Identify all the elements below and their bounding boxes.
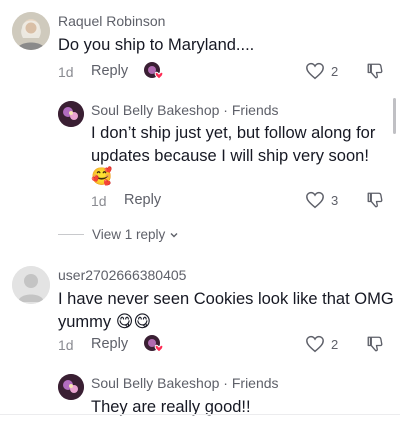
- comment-text: Do you ship to Maryland....: [58, 36, 255, 54]
- like-count: 2: [331, 336, 339, 352]
- avatar[interactable]: [58, 374, 84, 400]
- comment-text-line: I have never seen Cookies look like that…: [58, 290, 394, 308]
- comment-username[interactable]: user2702666380405: [58, 267, 186, 283]
- comment-username[interactable]: Soul Belly Bakeshop · Friends: [91, 102, 279, 118]
- comment-text-line: I don’t ship just yet, but follow along …: [91, 124, 376, 142]
- comment-username[interactable]: Raquel Robinson: [58, 13, 165, 29]
- comment-text: They are really good!!: [91, 398, 251, 416]
- divider-line: [58, 234, 84, 235]
- smiling-hearts-emoji: 🥰: [91, 167, 113, 186]
- comment-username[interactable]: Soul Belly Bakeshop · Friends: [91, 375, 279, 391]
- reply-button[interactable]: Reply: [124, 192, 161, 208]
- creator-liked-icon: [143, 334, 165, 354]
- comment-time: 1d: [58, 337, 74, 353]
- yum-emoji: 😋😋: [115, 312, 152, 331]
- scrollbar[interactable]: [393, 98, 396, 134]
- comment-time: 1d: [91, 193, 107, 209]
- like-button[interactable]: 3: [305, 191, 338, 209]
- comment-time: 1d: [58, 64, 74, 80]
- comment-text-line: yummy 😋😋: [58, 312, 152, 331]
- like-count: 2: [331, 63, 339, 79]
- view-replies-label: View 1 reply: [92, 227, 166, 242]
- reply-button[interactable]: Reply: [91, 336, 128, 352]
- heart-outline-icon: [306, 62, 324, 80]
- like-count: 3: [331, 192, 339, 208]
- comment-text-line: updates because I will ship very soon!: [91, 147, 369, 165]
- dislike-button[interactable]: [366, 335, 384, 358]
- avatar[interactable]: [12, 266, 50, 304]
- heart-outline-icon: [306, 335, 324, 353]
- comment-text: I have never seen Cookies look like that…: [58, 288, 394, 334]
- like-button[interactable]: 2: [305, 335, 338, 353]
- avatar[interactable]: [58, 101, 84, 127]
- heart-outline-icon: [306, 191, 324, 209]
- dislike-button[interactable]: [366, 191, 384, 214]
- avatar[interactable]: [12, 12, 50, 50]
- thumbs-down-icon: [367, 63, 383, 79]
- creator-liked-icon: [143, 61, 165, 81]
- comment-text: I don’t ship just yet, but follow along …: [91, 122, 375, 185]
- thumbs-down-icon: [367, 192, 383, 208]
- comments-panel: Raquel Robinson Do you ship to Maryland.…: [0, 0, 400, 421]
- like-button[interactable]: 2: [305, 62, 338, 80]
- thumbs-down-icon: [367, 336, 383, 352]
- chevron-down-icon: [170, 232, 178, 237]
- reply-button[interactable]: Reply: [91, 63, 128, 79]
- view-replies-button[interactable]: View 1 reply: [58, 227, 180, 242]
- divider: [0, 414, 400, 415]
- dislike-button[interactable]: [366, 62, 384, 85]
